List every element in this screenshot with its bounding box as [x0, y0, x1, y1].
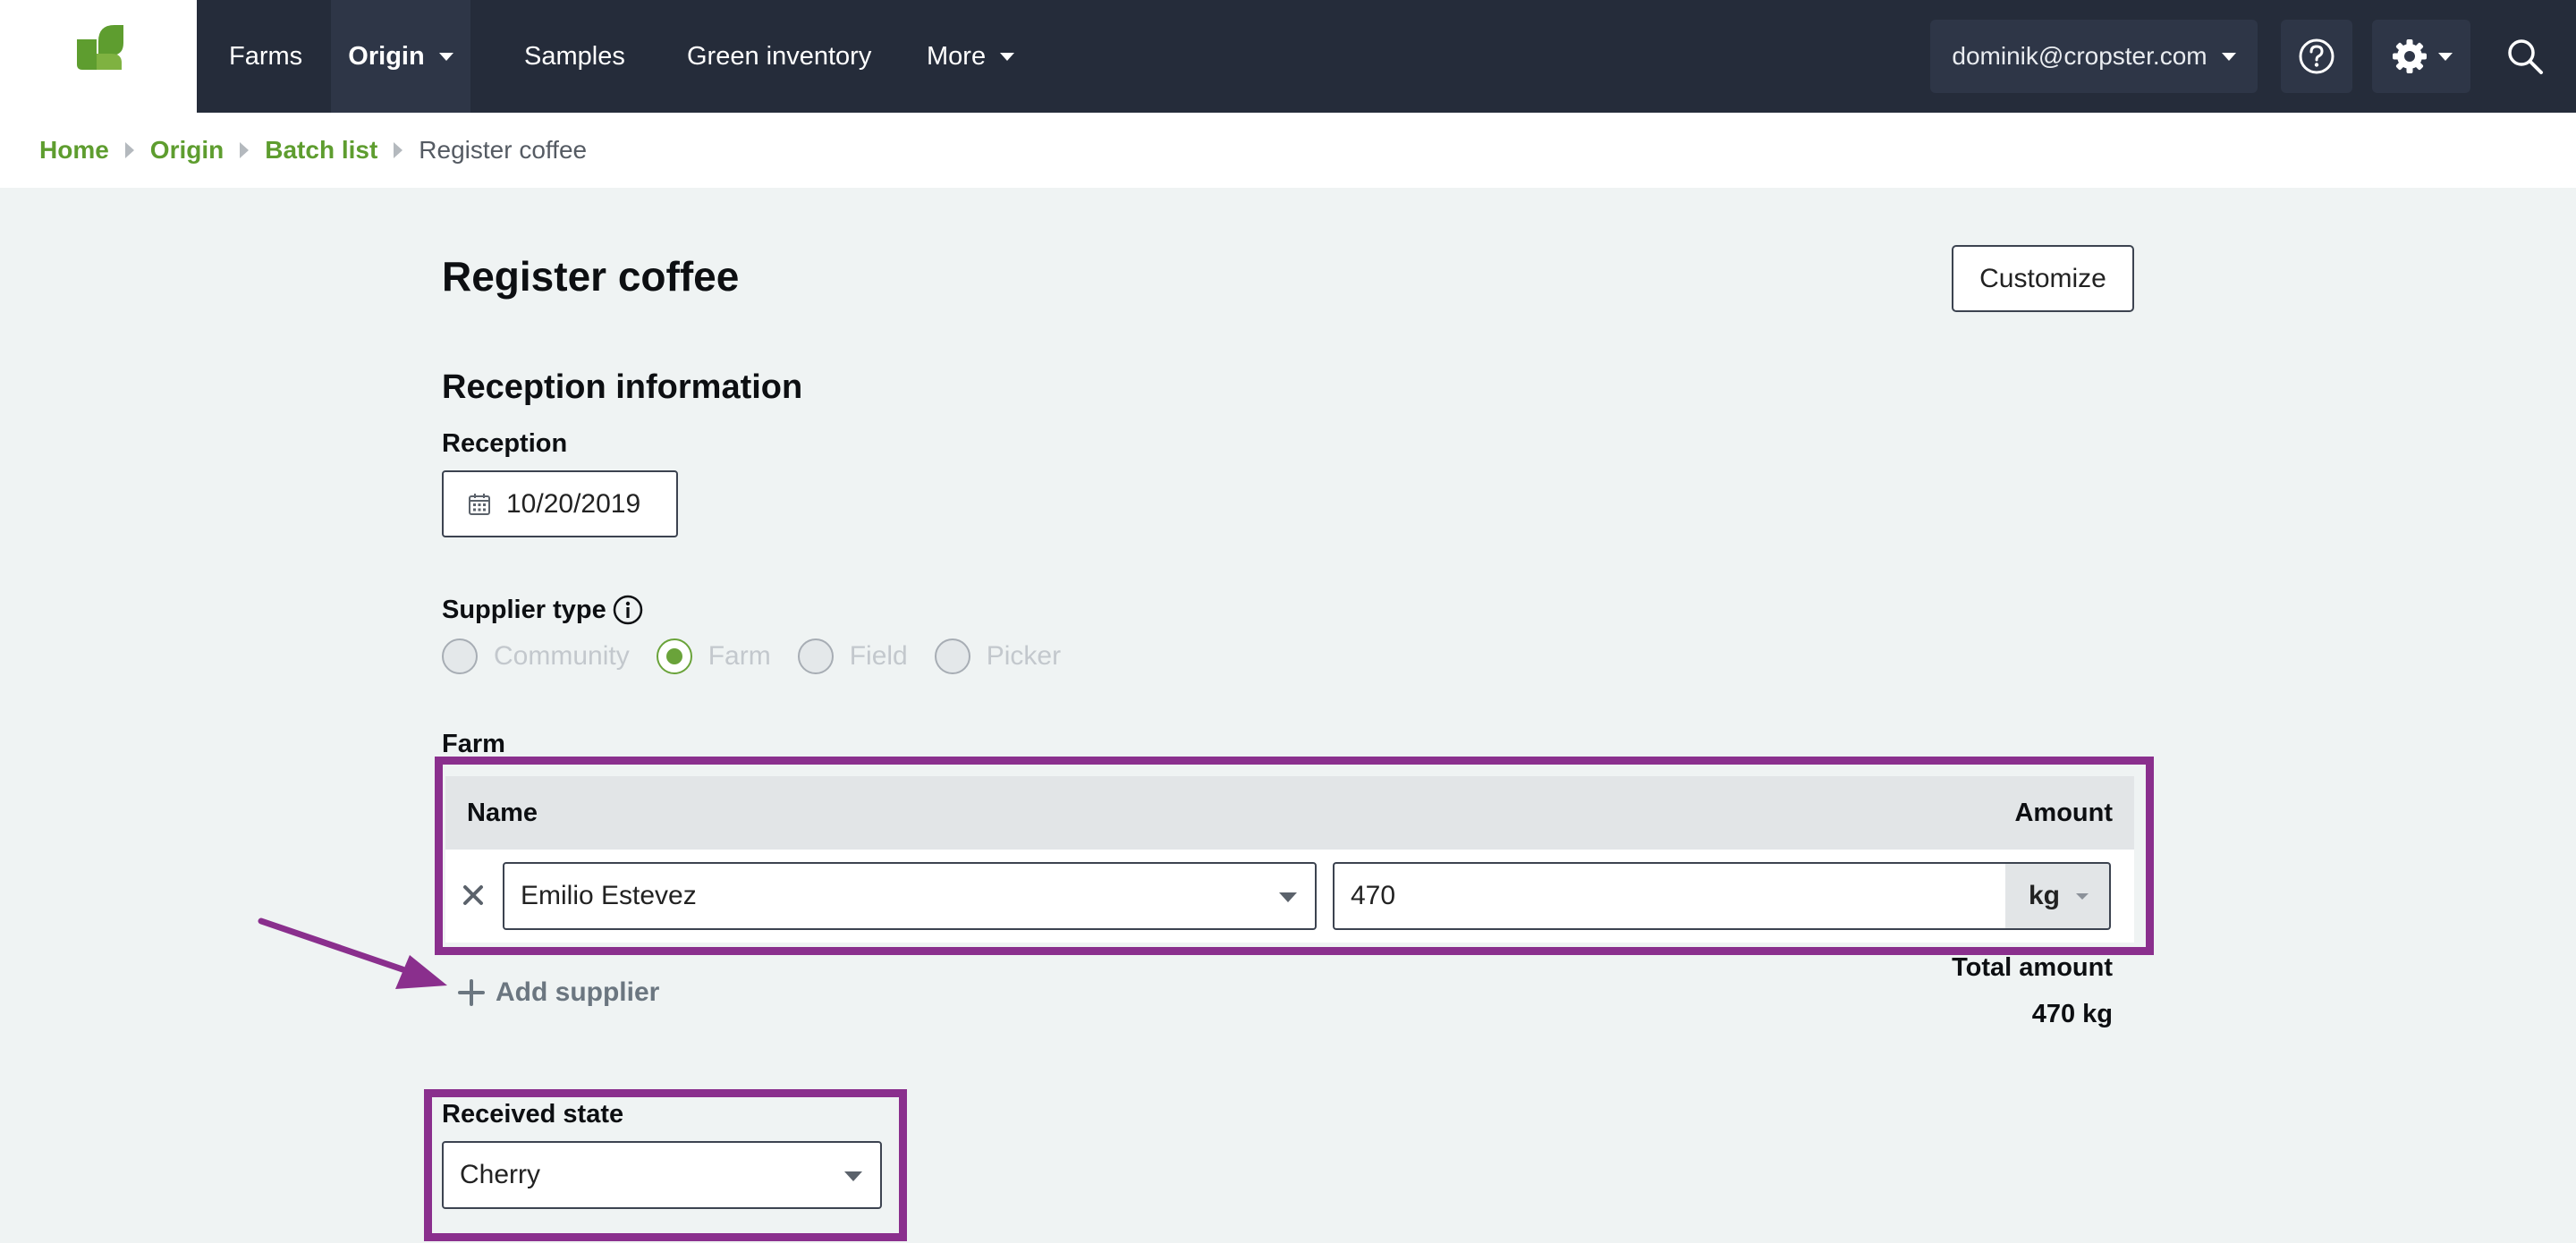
search-button[interactable] — [2496, 27, 2555, 86]
help-button[interactable] — [2281, 20, 2352, 93]
reception-date-value: 10/20/2019 — [506, 488, 641, 519]
radio-selected-dot — [665, 648, 682, 664]
info-icon[interactable] — [612, 594, 644, 626]
column-header-amount: Amount — [2014, 798, 2113, 827]
supplier-table-header: Name Amount — [445, 776, 2134, 850]
supplier-name-value: Emilio Estevez — [521, 881, 697, 910]
breadcrumb-separator-icon — [124, 142, 134, 158]
nav-more[interactable]: More — [896, 0, 1045, 113]
radio-field-label[interactable]: Field — [850, 641, 908, 672]
radio-farm-label[interactable]: Farm — [708, 641, 771, 672]
breadcrumb-current: Register coffee — [419, 136, 588, 164]
gear-icon — [2393, 39, 2427, 73]
cropster-logo-icon — [77, 25, 123, 70]
radio-picker-label[interactable]: Picker — [987, 641, 1061, 672]
close-icon — [463, 885, 483, 905]
column-header-name: Name — [467, 798, 538, 827]
total-amount-value: 470 kg — [2031, 1000, 2113, 1028]
breadcrumb-origin[interactable]: Origin — [150, 136, 224, 165]
breadcrumb-separator-icon — [240, 142, 250, 158]
supplier-name-select[interactable]: Emilio Estevez — [503, 862, 1317, 930]
radio-picker[interactable] — [934, 638, 970, 674]
chevron-down-icon — [2221, 52, 2236, 61]
received-state-select[interactable]: Cherry — [442, 1141, 882, 1209]
supplier-type-label: Supplier type — [442, 595, 606, 624]
radio-community[interactable] — [442, 638, 478, 674]
page-title: Register coffee — [442, 253, 740, 300]
search-icon — [2508, 39, 2543, 74]
radio-field[interactable] — [797, 638, 834, 674]
top-navbar: Farms Origin Samples Green inventory Mor… — [0, 0, 2576, 113]
breadcrumb-separator-icon — [394, 142, 403, 158]
plus-icon — [458, 979, 485, 1006]
settings-menu[interactable] — [2372, 20, 2470, 93]
amount-input[interactable]: 470 — [1333, 862, 2005, 930]
reception-label: Reception — [442, 429, 568, 458]
add-supplier-button[interactable]: Add supplier — [458, 975, 659, 1010]
chevron-down-icon — [844, 1171, 862, 1181]
nav-farms-label: Farms — [229, 41, 303, 71]
chevron-down-icon — [438, 52, 453, 61]
user-menu[interactable]: dominik@cropster.com — [1930, 20, 2258, 93]
section-title-reception-information: Reception information — [442, 368, 803, 406]
breadcrumb: Home Origin Batch list Register coffee — [0, 113, 2576, 188]
question-circle-icon — [2299, 38, 2334, 74]
unit-select[interactable]: kg — [2005, 862, 2111, 930]
supplier-type-radio-group: Community Farm Field Picker — [442, 635, 1088, 678]
radio-community-label[interactable]: Community — [494, 641, 630, 672]
radio-farm[interactable] — [656, 638, 692, 674]
reception-date-input[interactable]: 10/20/2019 — [442, 470, 678, 537]
nav-green-inventory[interactable]: Green inventory — [657, 0, 902, 113]
nav-green-inventory-label: Green inventory — [687, 41, 872, 71]
chevron-down-icon — [2076, 892, 2089, 900]
total-amount-label: Total amount — [1952, 953, 2113, 982]
breadcrumb-home[interactable]: Home — [39, 136, 109, 165]
chevron-down-icon — [1000, 52, 1015, 61]
unit-value: kg — [2029, 881, 2061, 910]
nav-more-label: More — [927, 41, 987, 71]
logo[interactable] — [0, 0, 197, 113]
nav-samples[interactable]: Samples — [494, 0, 656, 113]
farm-label: Farm — [442, 730, 505, 758]
supplier-type-label-row: Supplier type — [442, 594, 644, 626]
nav-samples-label: Samples — [524, 41, 625, 71]
nav-farms[interactable]: Farms — [199, 0, 333, 113]
received-state-value: Cherry — [460, 1160, 541, 1189]
user-email: dominik@cropster.com — [1952, 42, 2207, 70]
chevron-down-icon — [2438, 52, 2453, 61]
nav-origin-label: Origin — [348, 41, 425, 71]
calendar-icon — [469, 493, 490, 515]
add-supplier-label: Add supplier — [496, 977, 660, 1007]
remove-supplier-button[interactable] — [458, 875, 488, 916]
annotation-arrow-icon — [258, 917, 447, 989]
nav-origin[interactable]: Origin — [331, 0, 470, 113]
chevron-down-icon — [1279, 892, 1297, 902]
breadcrumb-batch-list[interactable]: Batch list — [265, 136, 377, 165]
table-row: Emilio Estevez 470 kg — [445, 850, 2134, 943]
received-state-label: Received state — [442, 1100, 624, 1129]
amount-value: 470 — [1351, 881, 1396, 910]
customize-button[interactable]: Customize — [1952, 245, 2134, 312]
